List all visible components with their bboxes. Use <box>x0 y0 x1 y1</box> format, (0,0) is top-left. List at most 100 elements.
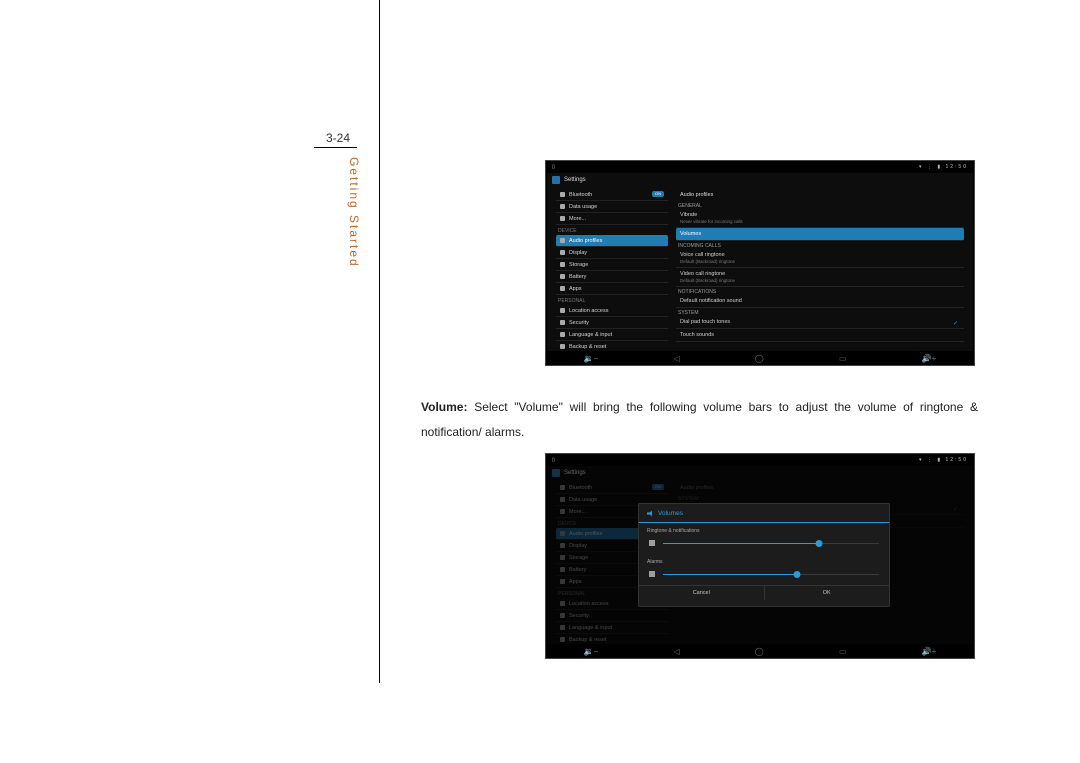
panel-row-subtitle: Default (Backroad) ringtone <box>680 278 960 283</box>
sidebar-item-icon <box>560 308 565 313</box>
body-text: Volume: Select "Volume" will bring the f… <box>421 395 978 445</box>
panel-row-title: Touch sounds <box>680 332 960 338</box>
audio-profiles-panel: Audio profiles GENERALVibrateNever vibra… <box>676 189 964 342</box>
sidebar-item-icon <box>560 344 565 349</box>
sidebar-item-icon <box>560 238 565 243</box>
nav-volup-icon[interactable]: 🔊+ <box>922 354 937 363</box>
sidebar-item-label: Location access <box>569 308 608 314</box>
panel-title: Audio profiles <box>676 189 964 201</box>
page-number: 3-24 <box>326 131 350 145</box>
sidebar-item-icon <box>560 204 565 209</box>
dialog-title: Volumes <box>639 504 889 523</box>
nav-volup-icon[interactable]: 🔊+ <box>922 647 937 656</box>
sidebar-item-icon <box>560 250 565 255</box>
status-bar: ▯ ▾ ⋮ ▮ 12:50 <box>546 454 974 466</box>
settings-sidebar: Bluetooth ON Data usage More... DEVICE Audio … <box>556 189 668 353</box>
sidebar-group: PERSONAL <box>556 298 668 304</box>
panel-row-title: Video call ringtone <box>680 271 960 277</box>
check-icon: ✓ <box>953 320 958 327</box>
settings-title: Settings <box>564 177 586 183</box>
screenshot-volumes-dialog: ▯ ▾ ⋮ ▮ 12:50 Settings BluetoothONData u… <box>545 453 975 659</box>
panel-row-title: Vibrate <box>680 212 960 218</box>
sidebar-item[interactable]: Audio profiles <box>556 235 668 247</box>
nav-recent-icon[interactable]: ▭ <box>839 354 847 363</box>
volume-slider[interactable] <box>663 538 879 548</box>
slider-thumb[interactable] <box>793 571 800 578</box>
vertical-rule <box>379 0 380 683</box>
status-bar: ▯ ▾ ⋮ ▮ 12:50 <box>546 161 974 173</box>
panel-row[interactable]: Dial pad touch tones✓ <box>676 316 964 329</box>
panel-row[interactable]: VibrateNever vibrate for incoming calls <box>676 209 964 228</box>
status-left: ▯ <box>552 457 555 463</box>
nav-voldown-icon[interactable]: 🔉− <box>584 647 599 656</box>
status-left: ▯ <box>552 164 555 170</box>
status-right: ▾ ⋮ ▮ 12:50 <box>919 164 968 170</box>
panel-row-title: Dial pad touch tones <box>680 319 960 325</box>
sidebar-item-label: Security <box>569 320 589 326</box>
sidebar-item-label: Language & input <box>569 332 612 338</box>
volume-slider[interactable] <box>663 569 879 579</box>
volumes-dialog: Volumes Ringtone & notifications Alarms C… <box>638 503 890 607</box>
speaker-icon <box>647 510 654 517</box>
alarm-icon <box>649 571 655 577</box>
sidebar-item[interactable]: Location access <box>556 305 668 317</box>
sidebar-item-icon <box>560 332 565 337</box>
panel-row-title: Default notification sound <box>680 298 960 304</box>
header-rule <box>314 147 357 148</box>
nav-back-icon[interactable]: ◁ <box>673 647 679 656</box>
sidebar-item[interactable]: Display <box>556 247 668 259</box>
toggle-switch[interactable]: ON <box>652 191 664 197</box>
nav-home-icon[interactable]: ◯ <box>755 647 764 656</box>
slider-label: Alarms <box>639 554 889 567</box>
sidebar-item-icon <box>560 192 565 197</box>
nav-voldown-icon[interactable]: 🔉− <box>584 354 599 363</box>
nav-back-icon[interactable]: ◁ <box>673 354 679 363</box>
status-right: ▾ ⋮ ▮ 12:50 <box>919 457 968 463</box>
sidebar-item[interactable]: More... <box>556 213 668 225</box>
sidebar-item[interactable]: Storage <box>556 259 668 271</box>
sidebar-item-label: Data usage <box>569 204 597 210</box>
slider-thumb[interactable] <box>815 540 822 547</box>
ok-button[interactable]: OK <box>764 586 890 600</box>
panel-row[interactable]: Volumes <box>676 228 964 241</box>
sidebar-item-label: More... <box>569 216 586 222</box>
sidebar-item[interactable]: Battery <box>556 271 668 283</box>
slider-label: Ringtone & notifications <box>639 523 889 536</box>
sidebar-item-icon <box>560 262 565 267</box>
panel-row[interactable]: Touch sounds <box>676 329 964 342</box>
phone-icon <box>649 540 655 546</box>
nav-bar: 🔉− ◁ ◯ ▭ 🔊+ <box>546 644 974 658</box>
section-side-label: Getting Started <box>347 157 361 268</box>
sidebar-item-icon <box>560 286 565 291</box>
panel-row-subtitle: Default (Backroad) ringtone <box>680 259 960 264</box>
sidebar-item-label: Audio profiles <box>569 238 602 244</box>
panel-row-subtitle: Never vibrate for incoming calls <box>680 219 960 224</box>
dialog-title-text: Volumes <box>658 510 683 517</box>
nav-home-icon[interactable]: ◯ <box>755 354 764 363</box>
nav-bar: 🔉− ◁ ◯ ▭ 🔊+ <box>546 351 974 365</box>
sidebar-item-icon <box>560 274 565 279</box>
sidebar-item-label: Storage <box>569 262 588 268</box>
sidebar-item-label: Bluetooth <box>569 192 592 198</box>
panel-row[interactable]: Voice call ringtoneDefault (Backroad) ri… <box>676 249 964 268</box>
sidebar-item[interactable]: Security <box>556 317 668 329</box>
screenshot-audio-profiles: ▯ ▾ ⋮ ▮ 12:50 Settings Bluetooth ON Data u… <box>545 160 975 366</box>
sidebar-item-icon <box>560 216 565 221</box>
panel-row[interactable]: Default notification sound <box>676 295 964 308</box>
settings-header: Settings <box>546 173 586 187</box>
sidebar-item[interactable]: Apps <box>556 283 668 295</box>
sidebar-item[interactable]: Bluetooth ON <box>556 189 668 201</box>
sidebar-group: DEVICE <box>556 228 668 234</box>
slider-fill <box>663 574 797 575</box>
sidebar-item-icon <box>560 320 565 325</box>
sidebar-item-label: Apps <box>569 286 582 292</box>
cancel-button[interactable]: Cancel <box>639 586 764 600</box>
panel-row[interactable]: Video call ringtoneDefault (Backroad) ri… <box>676 268 964 287</box>
panel-row-title: Volumes <box>680 231 960 237</box>
sidebar-item[interactable]: Language & input <box>556 329 668 341</box>
sidebar-item[interactable]: Data usage <box>556 201 668 213</box>
sidebar-item-label: Display <box>569 250 587 256</box>
slider-fill <box>663 543 819 544</box>
settings-icon <box>552 176 560 184</box>
nav-recent-icon[interactable]: ▭ <box>839 647 847 656</box>
